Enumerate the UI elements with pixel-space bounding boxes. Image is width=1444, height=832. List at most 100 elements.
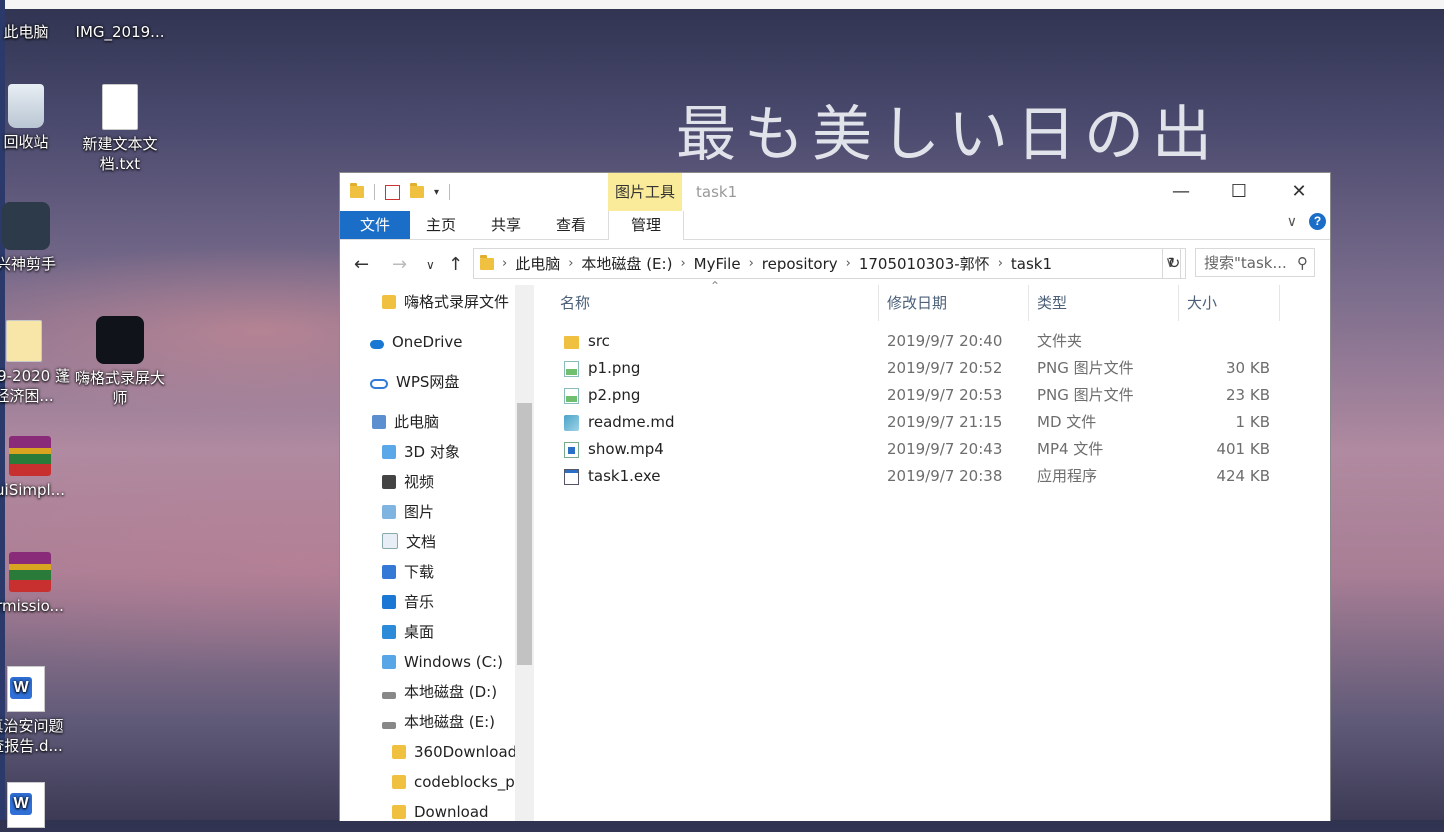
nav-item-3d-objects[interactable]: 3D 对象 <box>382 437 460 467</box>
nav-item-label: 文档 <box>406 533 437 551</box>
breadcrumb-this-pc[interactable]: 此电脑 <box>515 253 560 274</box>
nav-item-label: 桌面 <box>404 623 435 641</box>
expand-ribbon-icon[interactable]: ∨ <box>1287 214 1297 230</box>
file-size: 23 KB <box>1226 386 1270 404</box>
nav-item-drive-d[interactable]: 本地磁盘 (D:) <box>382 677 497 707</box>
desktop-icon-word-doc-1[interactable]: 019-2020 蓬经济困... <box>0 320 70 406</box>
music-icon <box>382 595 396 609</box>
file-date: 2019/9/7 20:52 <box>887 359 1003 377</box>
nav-item-music[interactable]: 音乐 <box>382 587 434 617</box>
winrar-archive-icon <box>9 436 51 476</box>
text-file-icon <box>102 84 138 130</box>
tab-share[interactable]: 共享 <box>491 211 521 239</box>
breadcrumb-task1[interactable]: task1 <box>1011 255 1052 273</box>
desktop-icon-word-doc-2[interactable]: 真治安问题 查报告.d... <box>0 666 72 756</box>
breadcrumb-myfile[interactable]: MyFile <box>694 255 741 273</box>
column-header-name[interactable]: 名称 <box>560 285 590 321</box>
desktop-icon-label: IMG_2019... <box>75 23 165 41</box>
desktop-icon-video-editor[interactable]: 兴神剪手 <box>0 202 72 274</box>
address-bar[interactable]: › 此电脑 › 本地磁盘 (E:) › MyFile › repository … <box>473 248 1181 279</box>
nav-item-recorder-folder[interactable]: 嗨格式录屏文件 <box>382 287 509 317</box>
file-row[interactable]: p2.png 2019/9/7 20:53 PNG 图片文件 23 KB <box>540 382 1320 409</box>
screen-recorder-app-icon <box>96 316 144 364</box>
tab-view[interactable]: 查看 <box>556 211 586 239</box>
desktop-icon-word-doc-3[interactable] <box>0 782 72 832</box>
nav-item-desktop[interactable]: 桌面 <box>382 617 434 647</box>
file-row[interactable]: show.mp4 2019/9/7 20:43 MP4 文件 401 KB <box>540 436 1320 463</box>
nav-item-drive-c[interactable]: Windows (C:) <box>382 647 503 677</box>
nav-item-label: 3D 对象 <box>404 443 460 461</box>
image-file-icon <box>96 0 144 18</box>
help-icon[interactable]: ? <box>1309 213 1326 230</box>
chevron-right-icon: › <box>568 256 574 271</box>
file-type: MP4 文件 <box>1037 440 1104 458</box>
divider <box>449 184 451 200</box>
file-row[interactable]: p1.png 2019/9/7 20:52 PNG 图片文件 30 KB <box>540 355 1320 382</box>
folder-icon <box>392 745 406 759</box>
nav-item-download[interactable]: Download <box>392 797 489 821</box>
file-size: 401 KB <box>1216 440 1270 458</box>
nav-item-codeblocks[interactable]: codeblocks_p <box>392 767 515 797</box>
column-divider[interactable] <box>1028 285 1029 321</box>
nav-item-downloads[interactable]: 下载 <box>382 557 434 587</box>
nav-item-wps[interactable]: WPS网盘 <box>370 367 459 397</box>
back-arrow-icon[interactable]: ← <box>354 254 369 275</box>
column-header-date[interactable]: 修改日期 <box>887 285 947 321</box>
nav-pane-scrollbar[interactable] <box>515 285 534 821</box>
desktop-icon-label: rmissio... <box>0 597 64 615</box>
breadcrumb-repository[interactable]: repository <box>762 255 838 273</box>
nav-item-this-pc[interactable]: 此电脑 <box>372 407 439 437</box>
desktop-icon-new-txt[interactable]: 新建文本文档.txt <box>74 84 166 174</box>
desktop-icon-label: 019-2020 蓬经济困... <box>0 367 70 405</box>
column-divider[interactable] <box>1178 285 1179 321</box>
file-date: 2019/9/7 20:53 <box>887 386 1003 404</box>
properties-icon[interactable] <box>385 184 400 200</box>
nav-item-drive-e[interactable]: 本地磁盘 (E:) <box>382 707 495 737</box>
nav-item-label: Windows (C:) <box>404 653 503 671</box>
file-size: 1 KB <box>1235 413 1270 431</box>
refresh-icon[interactable]: ↻ <box>1162 248 1186 279</box>
navigation-bar: ← → ∨ ↑ › 此电脑 › 本地磁盘 (E:) › MyFile › rep… <box>340 240 1330 286</box>
desktop-icon-img[interactable]: IMG_2019... <box>74 0 166 42</box>
pictures-icon <box>382 505 396 519</box>
nav-item-360download[interactable]: 360Download <box>392 737 517 767</box>
desktop-icon-this-pc[interactable]: 此电脑 <box>0 0 72 42</box>
search-input[interactable]: 搜索"task... ⚲ <box>1195 248 1315 277</box>
nav-item-videos[interactable]: 视频 <box>382 467 434 497</box>
minimize-button[interactable]: — <box>1152 173 1210 211</box>
column-header-size[interactable]: 大小 <box>1187 285 1217 321</box>
recent-locations-icon[interactable]: ∨ <box>426 258 435 272</box>
column-divider[interactable] <box>1279 285 1280 321</box>
nav-item-documents[interactable]: 文档 <box>382 527 436 557</box>
tab-file[interactable]: 文件 <box>340 211 410 239</box>
tab-home[interactable]: 主页 <box>426 211 456 239</box>
desktop-icon-archive-2[interactable]: rmissio... <box>0 552 76 616</box>
forward-arrow-icon[interactable]: → <box>392 254 407 275</box>
folder-icon <box>382 295 396 309</box>
breadcrumb-student-folder[interactable]: 1705010303-郭怀 <box>859 253 990 274</box>
close-button[interactable]: ✕ <box>1270 173 1328 211</box>
file-name: src <box>588 332 610 350</box>
nav-item-label: 视频 <box>404 473 435 491</box>
desktop-icon-label: 此电脑 <box>3 23 49 41</box>
nav-item-onedrive[interactable]: OneDrive <box>370 327 463 357</box>
nav-item-label: 本地磁盘 (D:) <box>404 683 498 701</box>
desktop-icon-archive-1[interactable]: uiSimpl... <box>0 436 76 500</box>
new-folder-icon[interactable] <box>410 183 424 198</box>
desktop-icon-screen-recorder[interactable]: 嗨格式录屏大师 <box>74 316 166 408</box>
column-divider[interactable] <box>878 285 879 321</box>
scrollbar-thumb[interactable] <box>517 403 532 665</box>
top-edge <box>0 0 1444 9</box>
file-row[interactable]: task1.exe 2019/9/7 20:38 应用程序 424 KB <box>540 463 1320 490</box>
file-row[interactable]: src 2019/9/7 20:40 文件夹 <box>540 328 1320 355</box>
ribbon-controls: ∨ ? <box>1287 213 1326 230</box>
up-arrow-icon[interactable]: ↑ <box>448 254 463 275</box>
tab-manage[interactable]: 管理 <box>608 211 684 240</box>
column-header-type[interactable]: 类型 <box>1037 285 1067 321</box>
nav-item-pictures[interactable]: 图片 <box>382 497 434 527</box>
file-row[interactable]: readme.md 2019/9/7 21:15 MD 文件 1 KB <box>540 409 1320 436</box>
desktop-icon-recycle-bin[interactable]: 回收站 <box>0 84 72 152</box>
maximize-button[interactable]: ☐ <box>1210 173 1268 211</box>
customize-toolbar-icon[interactable]: ▾ <box>434 187 439 198</box>
breadcrumb-drive-e[interactable]: 本地磁盘 (E:) <box>581 253 672 274</box>
